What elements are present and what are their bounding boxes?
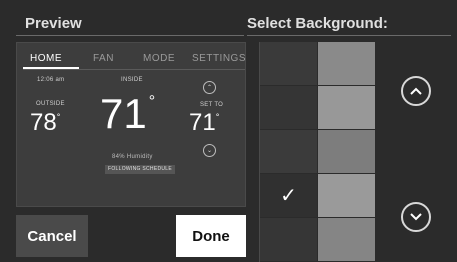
outside-label: OUTSIDE: [36, 101, 65, 107]
outside-temp: 78°: [30, 109, 60, 137]
tab-settings: SETTINGS: [192, 53, 247, 64]
swatch-4-dark[interactable]: ✓: [260, 174, 317, 217]
thermostat-preview: HOME FAN MODE SETTINGS 12:06 am INSIDE O…: [16, 42, 246, 207]
outside-temp-value: 78: [30, 109, 57, 136]
chevron-up-icon: [410, 87, 422, 95]
tab-mode: MODE: [143, 53, 175, 64]
tab-divider: [23, 69, 245, 70]
set-to-label: SET TO: [200, 102, 224, 108]
cancel-button[interactable]: Cancel: [16, 215, 88, 257]
swatch-2-light[interactable]: [318, 86, 375, 129]
tab-home: HOME: [30, 53, 62, 64]
swatch-5-dark[interactable]: [260, 218, 317, 261]
tab-fan: FAN: [93, 53, 114, 64]
swatch-3-dark[interactable]: [260, 130, 317, 173]
chevron-down-icon: [410, 213, 422, 221]
outside-degree-symbol: °: [56, 112, 61, 122]
set-to-degree-symbol: °: [215, 112, 220, 122]
swatch-3-light[interactable]: [318, 130, 375, 173]
inside-label: INSIDE: [121, 77, 143, 83]
clock-time: 12:06 am: [37, 77, 65, 83]
swatch-4-light[interactable]: [318, 174, 375, 217]
swatch-5-light[interactable]: [318, 218, 375, 261]
inside-temp: 71 °: [100, 90, 155, 138]
check-icon: ✓: [280, 185, 297, 207]
preview-title-divider: [16, 35, 244, 36]
background-swatch-grid: ✓: [259, 42, 376, 262]
swatch-2-dark[interactable]: [260, 86, 317, 129]
scroll-up-button[interactable]: [401, 76, 431, 106]
set-temp-up-preview-icon: ⌃: [203, 81, 216, 94]
select-background-divider: [247, 35, 451, 36]
inside-temp-value: 71: [100, 90, 147, 137]
done-button[interactable]: Done: [176, 215, 246, 257]
swatch-1-light[interactable]: [318, 42, 375, 85]
inside-degree-symbol: °: [148, 93, 156, 110]
preview-title: Preview: [25, 15, 82, 32]
humidity-readout: 84% Humidity: [112, 154, 153, 160]
swatch-1-dark[interactable]: [260, 42, 317, 85]
set-to-temp: 71°: [189, 109, 219, 137]
set-to-temp-value: 71: [189, 109, 216, 136]
select-background-title: Select Background:: [247, 15, 388, 32]
scroll-down-button[interactable]: [401, 202, 431, 232]
schedule-status: FOLLOWING SCHEDULE: [105, 165, 176, 174]
set-temp-down-preview-icon: ⌄: [203, 144, 216, 157]
